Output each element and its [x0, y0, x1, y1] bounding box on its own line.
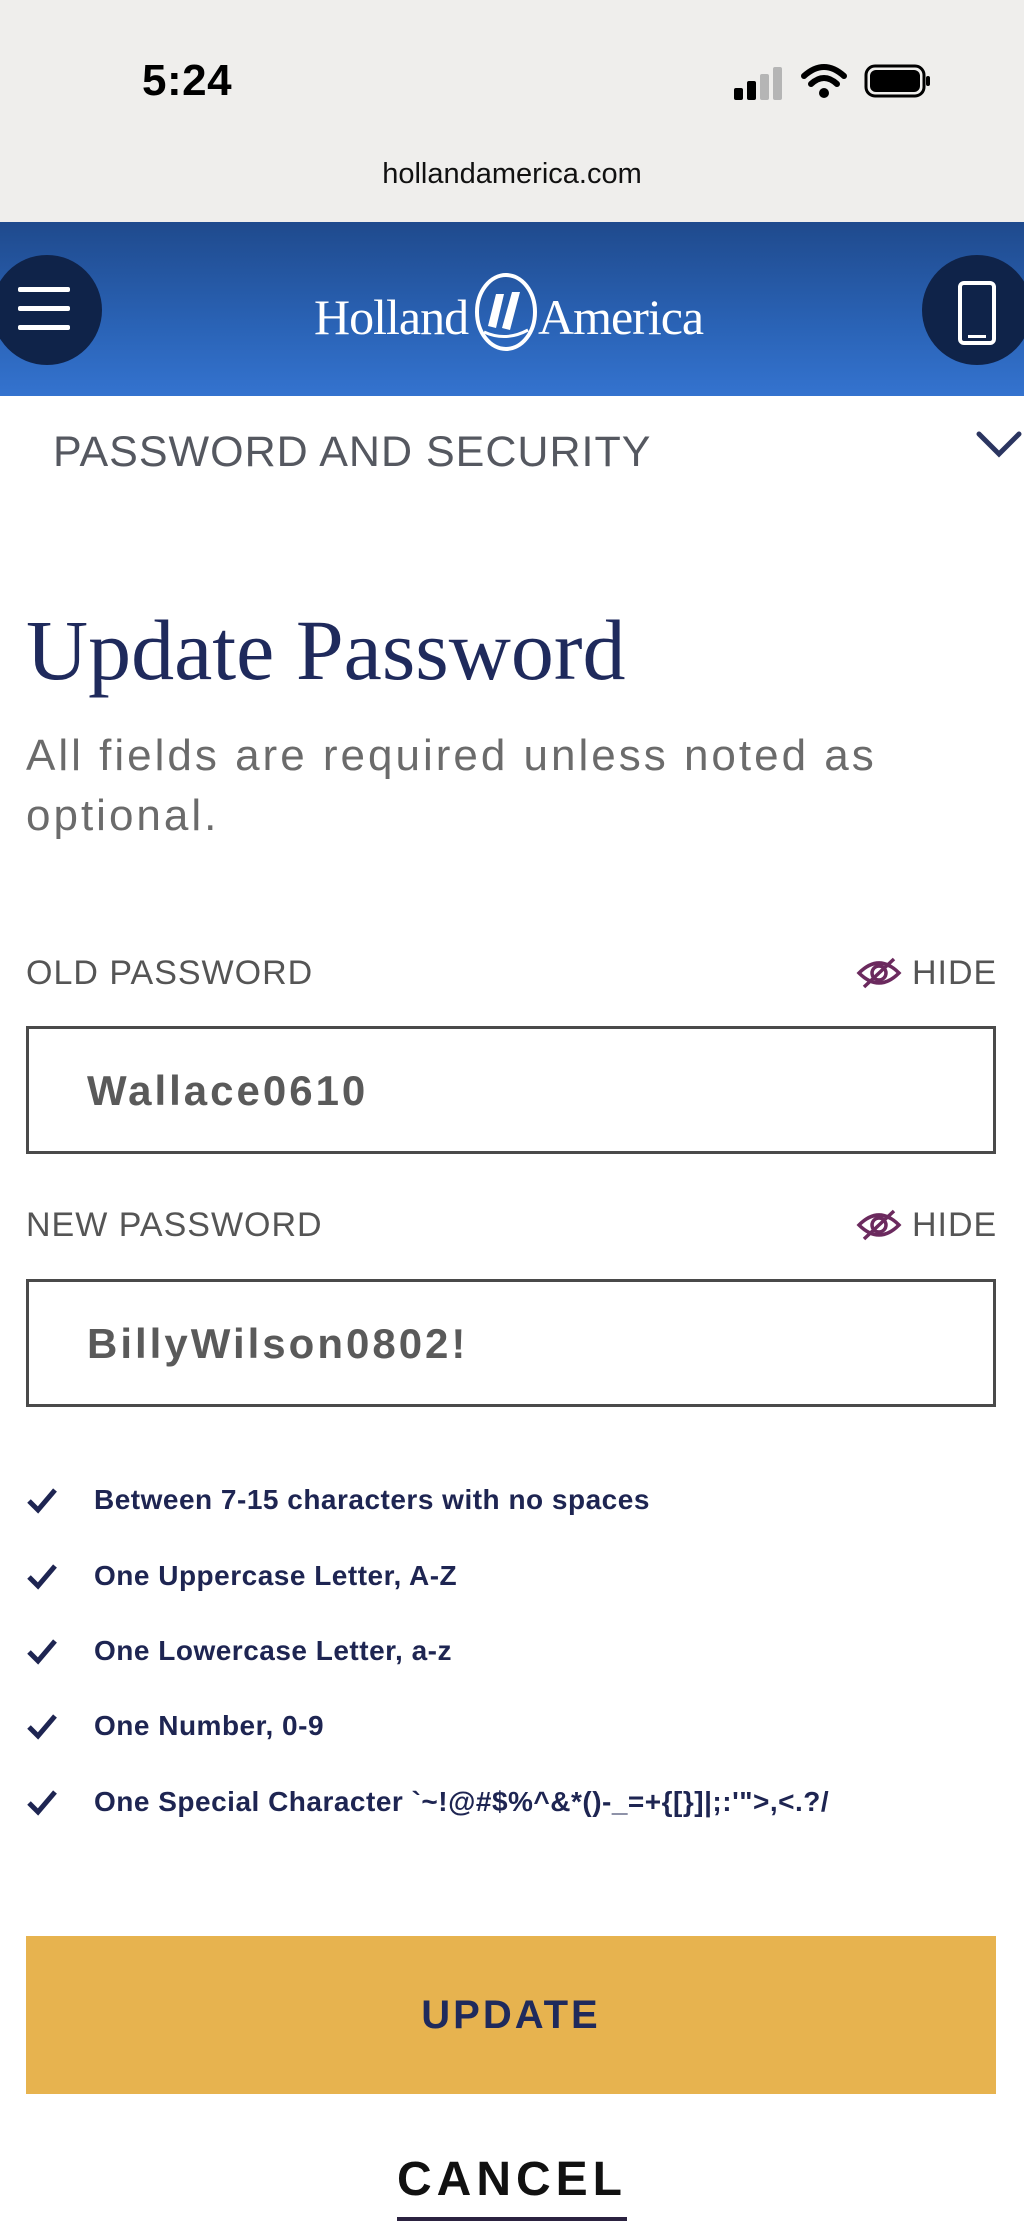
- holland-america-logo[interactable]: Holland America: [310, 272, 720, 352]
- url-bar[interactable]: hollandamerica.com: [0, 158, 1024, 191]
- section-title[interactable]: PASSWORD AND SECURITY: [53, 428, 651, 477]
- cancel-button[interactable]: CANCEL: [0, 2152, 1024, 2221]
- phone-icon: [958, 281, 996, 345]
- checkmark-icon: [27, 1790, 57, 1816]
- ship-emblem-icon: [475, 273, 537, 351]
- eye-slash-icon: [856, 957, 902, 989]
- checkmark-icon: [27, 1488, 57, 1514]
- checkmark-icon: [27, 1714, 57, 1740]
- old-password-value: Wallace0610: [87, 1067, 369, 1114]
- old-password-input[interactable]: Wallace0610: [26, 1026, 996, 1154]
- browser-chrome: 5:24 hollandamerica.com: [0, 0, 1024, 222]
- site-header: Holland America: [0, 222, 1024, 396]
- old-password-label: OLD PASSWORD: [26, 954, 314, 992]
- signal-icon: [734, 66, 784, 100]
- battery-icon: [864, 64, 930, 98]
- new-password-input[interactable]: BillyWilson0802!: [26, 1279, 996, 1407]
- wifi-icon: [801, 64, 847, 98]
- call-button[interactable]: [922, 255, 1024, 365]
- new-password-label: NEW PASSWORD: [26, 1206, 323, 1244]
- form-instructions: All fields are required unless noted as …: [26, 731, 877, 840]
- chevron-down-icon[interactable]: [975, 430, 1023, 460]
- menu-button[interactable]: [0, 255, 102, 365]
- eye-slash-icon: [856, 1209, 902, 1241]
- checkmark-icon: [27, 1564, 57, 1590]
- hamburger-icon: [18, 287, 70, 292]
- update-button[interactable]: UPDATE: [26, 1936, 996, 2094]
- checkmark-icon: [27, 1639, 57, 1665]
- page-title: Update Password: [26, 602, 626, 698]
- status-time: 5:24: [142, 56, 233, 105]
- new-password-value: BillyWilson0802!: [87, 1320, 469, 1367]
